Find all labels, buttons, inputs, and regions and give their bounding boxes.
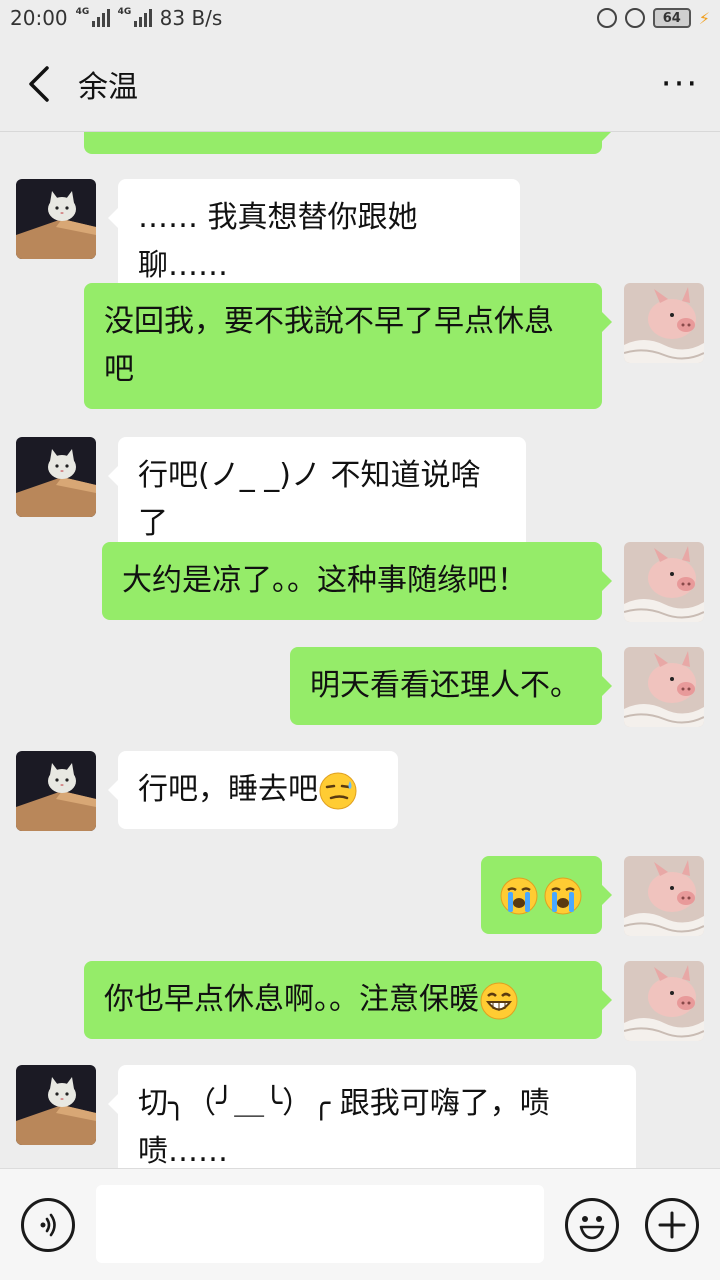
voice-icon	[40, 1213, 56, 1237]
contact-avatar[interactable]	[16, 437, 96, 517]
message-text: 没回我，要不我說不早了早点休息吧	[104, 304, 554, 387]
crying-emoji-icon	[544, 877, 582, 914]
emoji-button[interactable]	[565, 1198, 619, 1252]
message-bubble-out[interactable]	[481, 856, 612, 934]
emoji-icon	[579, 1216, 605, 1240]
message-bubble-out[interactable]: 大约是凉了。。这种事随缘吧！	[102, 542, 612, 620]
status-left: 20:00 4G 4G 83 B/s	[10, 6, 222, 30]
message-text: 明天看看还理人不。	[310, 668, 580, 703]
status-bar: 20:00 4G 4G 83 B/s 64 ⚡	[0, 0, 720, 36]
cat-avatar-image	[16, 751, 96, 831]
status-right: 64 ⚡	[596, 8, 710, 28]
more-functions-button[interactable]	[645, 1198, 699, 1252]
battery-level: 64	[662, 10, 681, 26]
cat-avatar-image	[16, 437, 96, 517]
pig-avatar-image	[624, 856, 704, 936]
charging-icon: ⚡	[698, 8, 710, 28]
status-time: 20:00	[10, 6, 68, 30]
grin-emoji-icon	[480, 982, 518, 1019]
voice-button[interactable]	[21, 1198, 75, 1252]
my-avatar[interactable]	[624, 856, 704, 936]
message-bubble-out[interactable]	[84, 132, 612, 154]
signal-icon-2: 4G	[117, 7, 152, 27]
message-text: 行吧，睡去吧	[138, 772, 318, 807]
alarm-icon	[624, 8, 645, 28]
signal-icon: 4G	[75, 7, 110, 27]
contact-avatar[interactable]	[16, 751, 96, 831]
my-avatar[interactable]	[624, 542, 704, 622]
network-type-2: 4G	[117, 7, 132, 17]
message-text: 你也早点休息啊。。注意保暖	[104, 982, 479, 1017]
cat-avatar-image	[16, 1065, 96, 1145]
message-text: …… 我真想替你跟她聊……	[138, 200, 418, 283]
message-bubble-out[interactable]: 明天看看还理人不。	[290, 647, 612, 725]
battery-icon: 64	[652, 8, 691, 28]
chevron-left-icon	[29, 65, 49, 102]
more-icon: ···	[660, 63, 700, 104]
my-avatar[interactable]	[624, 283, 704, 363]
message-text: 行吧(ノ_ _)ノ 不知道说啥了	[138, 458, 481, 541]
message-bubble-out[interactable]: 没回我，要不我說不早了早点休息吧	[84, 283, 612, 409]
my-avatar[interactable]	[624, 961, 704, 1041]
message-input[interactable]	[96, 1185, 544, 1263]
pig-avatar-image	[624, 542, 704, 622]
cat-avatar-image	[16, 179, 96, 259]
plus-icon	[658, 1211, 686, 1239]
pig-avatar-image	[624, 647, 704, 727]
network-type-1: 4G	[75, 7, 90, 17]
message-bubble-out[interactable]: 你也早点休息啊。。注意保暖	[84, 961, 612, 1039]
pig-avatar-image	[624, 283, 704, 363]
chat-title: 余温	[78, 69, 138, 105]
contact-avatar[interactable]	[16, 179, 96, 259]
back-button[interactable]	[0, 36, 78, 132]
message-bubble-in[interactable]: 切╮（╯＿╰）╭ 跟我可嗨了，啧啧……	[108, 1065, 636, 1168]
network-speed: 83 B/s	[159, 6, 223, 30]
contact-avatar[interactable]	[16, 1065, 96, 1145]
crying-emoji-icon	[500, 877, 538, 914]
input-bar	[0, 1168, 720, 1280]
message-text: 大约是凉了。。这种事随缘吧！	[122, 563, 527, 598]
pig-avatar-image	[624, 961, 704, 1041]
smirk-emoji-icon	[319, 772, 357, 809]
my-avatar[interactable]	[624, 647, 704, 727]
lock-rotation-icon	[596, 8, 617, 28]
message-bubble-in[interactable]: 行吧，睡去吧	[108, 751, 398, 829]
more-button[interactable]: ···	[640, 36, 720, 132]
chat-area[interactable]: …… 我真想替你跟她聊…… 没回我，要不我說不早了早点休息吧 行吧(ノ_ _)ノ…	[0, 132, 720, 1168]
chat-header: 余温 ···	[0, 36, 720, 132]
message-text: 切╮（╯＿╰）╭ 跟我可嗨了，啧啧……	[138, 1086, 550, 1168]
